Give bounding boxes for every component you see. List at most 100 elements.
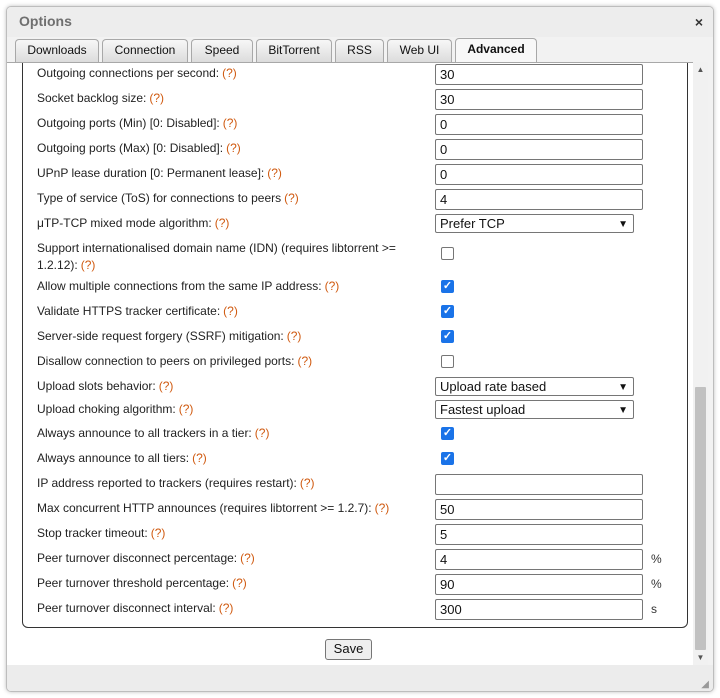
outgoing-connections-input[interactable]: 30 — [435, 64, 643, 85]
setting-row: Allow multiple connections from the same… — [37, 277, 687, 299]
help-link[interactable]: (?) — [284, 191, 299, 205]
unit-label: % — [651, 577, 662, 591]
multiple-connections-checkbox[interactable]: ✓ — [441, 280, 454, 293]
scroll-down-icon[interactable]: ▼ — [693, 650, 708, 665]
help-link[interactable]: (?) — [226, 141, 241, 155]
upload-choking-select[interactable]: Fastest upload ▼ — [435, 400, 634, 419]
help-link[interactable]: (?) — [192, 451, 207, 465]
help-link[interactable]: (?) — [232, 576, 247, 590]
privileged-ports-checkbox[interactable] — [441, 355, 454, 368]
setting-row: Max concurrent HTTP announces (requires … — [37, 499, 687, 521]
announce-all-tiers-checkbox[interactable]: ✓ — [441, 452, 454, 465]
setting-label: Always announce to all tiers: — [37, 451, 190, 465]
reported-ip-input[interactable] — [435, 474, 643, 495]
help-link[interactable]: (?) — [151, 526, 166, 540]
utp-mode-select[interactable]: Prefer TCP ▼ — [435, 214, 634, 233]
help-link[interactable]: (?) — [222, 66, 237, 80]
tab-web-ui[interactable]: Web UI — [387, 39, 452, 62]
validate-https-checkbox[interactable]: ✓ — [441, 305, 454, 318]
select-value: Fastest upload — [440, 402, 526, 417]
setting-row: Always announce to all trackers in a tie… — [37, 424, 687, 446]
peer-turnover-interval-input[interactable]: 300 — [435, 599, 643, 620]
setting-label: Outgoing connections per second: — [37, 66, 220, 80]
setting-label: UPnP lease duration [0: Permanent lease]… — [37, 166, 265, 180]
dialog-footer: ◢ — [7, 665, 713, 691]
setting-label: IP address reported to trackers (require… — [37, 476, 297, 490]
setting-label: Stop tracker timeout: — [37, 526, 148, 540]
tab-bittorrent[interactable]: BitTorrent — [256, 39, 332, 62]
peer-turnover-threshold-input[interactable]: 90 — [435, 574, 643, 595]
scroll-up-icon[interactable]: ▲ — [693, 62, 708, 77]
setting-row: Outgoing ports (Min) [0: Disabled]: (?) 0 — [37, 114, 687, 136]
setting-label: Peer turnover disconnect percentage: — [37, 551, 238, 565]
upnp-lease-input[interactable]: 0 — [435, 164, 643, 185]
tab-rss[interactable]: RSS — [335, 39, 384, 62]
setting-label: Type of service (ToS) for connections to… — [37, 191, 282, 205]
tos-input[interactable]: 4 — [435, 189, 643, 210]
chevron-down-icon: ▼ — [618, 405, 628, 416]
save-button[interactable]: Save — [325, 639, 372, 660]
help-link[interactable]: (?) — [159, 379, 174, 393]
setting-label: Upload choking algorithm: — [37, 402, 176, 416]
close-icon[interactable]: × — [695, 14, 703, 30]
resize-grip-icon[interactable]: ◢ — [701, 679, 709, 690]
tab-bar: Downloads Connection Speed BitTorrent RS… — [11, 37, 713, 63]
setting-label: μTP-TCP mixed mode algorithm: — [37, 216, 212, 230]
title-bar[interactable]: Options × — [7, 7, 713, 37]
idn-support-checkbox[interactable] — [441, 247, 454, 260]
stop-tracker-timeout-input[interactable]: 5 — [435, 524, 643, 545]
setting-label: Outgoing ports (Max) [0: Disabled]: — [37, 141, 224, 155]
unit-label: % — [651, 552, 662, 566]
help-link[interactable]: (?) — [219, 601, 234, 615]
tab-connection[interactable]: Connection — [102, 39, 188, 62]
ssrf-mitigation-checkbox[interactable]: ✓ — [441, 330, 454, 343]
setting-row: Support internationalised domain name (I… — [37, 241, 687, 272]
tab-downloads[interactable]: Downloads — [15, 39, 99, 62]
setting-row: Peer turnover disconnect interval: (?) 30… — [37, 599, 687, 621]
setting-label: Max concurrent HTTP announces (requires … — [37, 501, 372, 515]
socket-backlog-input[interactable]: 30 — [435, 89, 643, 110]
help-link[interactable]: (?) — [287, 329, 302, 343]
unit-label: s — [651, 602, 657, 616]
setting-label: Peer turnover threshold percentage: — [37, 576, 230, 590]
chevron-down-icon: ▼ — [618, 219, 628, 230]
max-http-announces-input[interactable]: 50 — [435, 499, 643, 520]
help-link[interactable]: (?) — [215, 216, 230, 230]
peer-turnover-percentage-input[interactable]: 4 — [435, 549, 643, 570]
advanced-settings-panel[interactable]: Outgoing connections per second: (?) 30 S… — [7, 62, 693, 665]
help-link[interactable]: (?) — [149, 91, 164, 105]
scrollbar-thumb[interactable] — [695, 387, 706, 650]
announce-all-trackers-checkbox[interactable]: ✓ — [441, 427, 454, 440]
setting-row: Socket backlog size: (?) 30 — [37, 89, 687, 111]
help-link[interactable]: (?) — [240, 551, 255, 565]
help-link[interactable]: (?) — [255, 426, 270, 440]
setting-row: Stop tracker timeout: (?) 5 — [37, 524, 687, 546]
help-link[interactable]: (?) — [179, 402, 194, 416]
outgoing-ports-min-input[interactable]: 0 — [435, 114, 643, 135]
setting-row: Peer turnover disconnect percentage: (?) … — [37, 549, 687, 571]
help-link[interactable]: (?) — [297, 354, 312, 368]
setting-row: Server-side request forgery (SSRF) mitig… — [37, 327, 687, 349]
setting-label: Peer turnover disconnect interval: — [37, 601, 216, 615]
help-link[interactable]: (?) — [81, 258, 96, 272]
vertical-scrollbar[interactable]: ▲ ▼ — [693, 62, 708, 665]
help-link[interactable]: (?) — [325, 279, 340, 293]
tab-speed[interactable]: Speed — [191, 39, 253, 62]
setting-row: IP address reported to trackers (require… — [37, 474, 687, 496]
help-link[interactable]: (?) — [375, 501, 390, 515]
tab-advanced[interactable]: Advanced — [455, 38, 537, 63]
help-link[interactable]: (?) — [300, 476, 315, 490]
setting-label: Outgoing ports (Min) [0: Disabled]: — [37, 116, 220, 130]
options-dialog: Options × Downloads Connection Speed Bit… — [6, 6, 714, 692]
help-link[interactable]: (?) — [223, 116, 238, 130]
setting-row: Validate HTTPS tracker certificate: (?) ✓ — [37, 302, 687, 324]
upload-slots-select[interactable]: Upload rate based ▼ — [435, 377, 634, 396]
outgoing-ports-max-input[interactable]: 0 — [435, 139, 643, 160]
setting-row: Upload slots behavior: (?) Upload rate ba… — [37, 377, 687, 399]
setting-row: Outgoing connections per second: (?) 30 — [37, 64, 687, 86]
dialog-title: Options — [19, 13, 72, 29]
help-link[interactable]: (?) — [267, 166, 282, 180]
help-link[interactable]: (?) — [223, 304, 238, 318]
select-value: Prefer TCP — [440, 216, 505, 231]
setting-row: Disallow connection to peers on privileg… — [37, 352, 687, 374]
